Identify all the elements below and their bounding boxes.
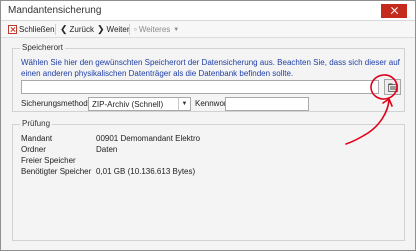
toolbar-separator (129, 24, 130, 35)
check-row-value: 0,01 GB (10.136.613 Bytes) (96, 167, 196, 176)
check-row: Benötigter Speicher 0,01 GB (10.136.613 B… (21, 166, 195, 177)
toolbar: Schließen ❮ Zurück ❯ Weiter ▫ Weiteres ▼ (1, 21, 415, 38)
password-label: Kennwort (195, 99, 229, 108)
close-box-icon (8, 25, 17, 34)
check-row: Ordner Daten (21, 144, 117, 155)
title-bar: Mandantensicherung (1, 1, 415, 21)
window-title: Mandantensicherung (8, 5, 102, 16)
location-group-title: Speicherort (20, 43, 65, 52)
next-label: Weiter (106, 25, 130, 34)
check-row-value: Daten (96, 145, 118, 154)
more-button[interactable]: ▫ Weiteres ▼ (134, 23, 179, 36)
check-row-label: Mandant (21, 134, 53, 143)
close-button[interactable]: Schließen (8, 23, 55, 36)
check-row: Freier Speicher (21, 155, 96, 166)
backup-dialog: Mandantensicherung Schließen ❮ Zurück ❯ … (0, 0, 416, 251)
method-label: Sicherungsmethode (21, 99, 93, 108)
toolbar-separator (55, 24, 56, 35)
close-label: Schließen (19, 25, 55, 34)
check-row-label: Benötigter Speicher (21, 167, 92, 176)
method-select[interactable]: ZIP-Archiv (Schnell) ▼ (88, 97, 191, 111)
folder-browse-icon (387, 83, 398, 92)
more-icon: ▫ (134, 25, 137, 34)
chevron-down-icon: ▼ (173, 26, 180, 33)
arrow-right-icon: ❯ (97, 24, 105, 34)
password-input[interactable] (225, 97, 309, 111)
backup-path-input[interactable] (21, 80, 379, 94)
check-group-title: Prüfung (20, 119, 53, 128)
check-row-label: Ordner (21, 145, 46, 154)
next-button[interactable]: ❯ Weiter (97, 23, 130, 36)
check-group: Prüfung Mandant 00901 Demomandant Elektro… (12, 119, 405, 241)
check-row: Mandant 00901 Demomandant Elektro (21, 133, 200, 144)
arrow-left-icon: ❮ (60, 24, 68, 34)
window-close-button[interactable] (381, 4, 407, 18)
location-group: Speicherort Wählen Sie hier den gewünsch… (12, 43, 405, 112)
chevron-down-icon: ▼ (178, 98, 190, 110)
browse-button[interactable] (384, 79, 401, 95)
location-info-text: Wählen Sie hier den gewünschten Speicher… (21, 58, 400, 78)
check-row-label: Freier Speicher (21, 156, 76, 165)
check-row-value: 00901 Demomandant Elektro (96, 134, 201, 143)
back-button[interactable]: ❮ Zurück (60, 23, 94, 36)
back-label: Zurück (69, 25, 94, 34)
more-label: Weiteres (138, 25, 171, 34)
method-value: ZIP-Archiv (Schnell) (92, 100, 164, 109)
